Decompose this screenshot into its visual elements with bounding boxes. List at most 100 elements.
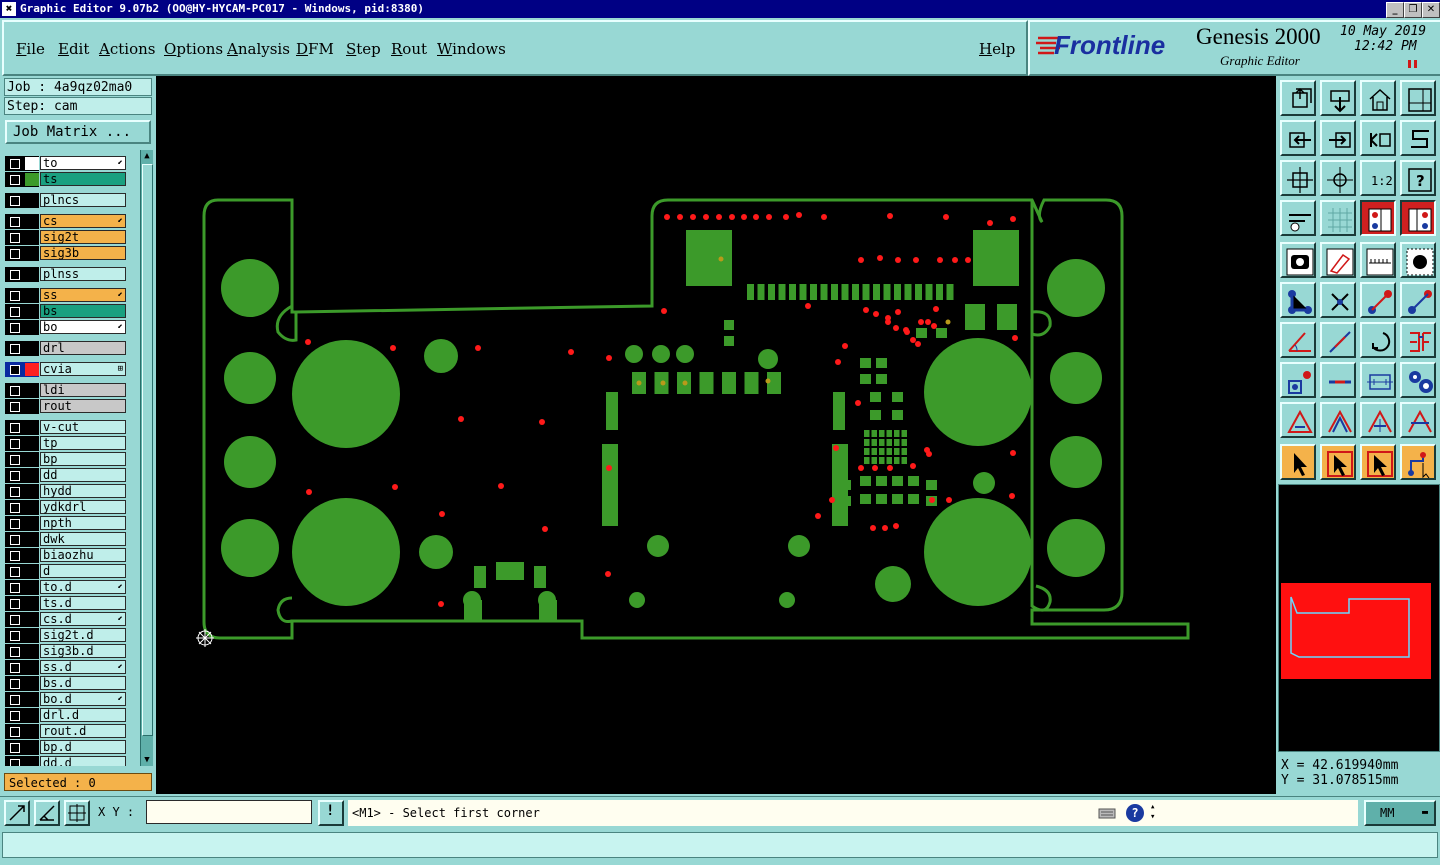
layer-visibility-box[interactable] (5, 341, 39, 356)
job-matrix-button[interactable]: Job Matrix ... (5, 120, 151, 144)
layer-visibility-box[interactable] (5, 548, 39, 563)
layer-name[interactable]: to ⬋ (40, 156, 126, 170)
layer-row[interactable]: hydd (4, 484, 128, 499)
layer-name[interactable]: sig3b (40, 246, 126, 260)
unit-selector[interactable]: MM ▬ (1364, 800, 1436, 826)
triangle-2-button[interactable] (1320, 402, 1356, 438)
layer-visibility-box[interactable] (5, 468, 39, 483)
split-view-button[interactable] (1400, 80, 1436, 116)
layer-checkbox[interactable] (10, 519, 20, 529)
menu-dfm[interactable]: DFM (296, 40, 334, 58)
layer-checkbox[interactable] (10, 323, 20, 333)
layer-name[interactable]: dd.d (40, 756, 126, 766)
layer-checkbox[interactable] (10, 439, 20, 449)
layer-checkbox[interactable] (10, 503, 20, 513)
keyboard-icon[interactable] (1098, 804, 1116, 822)
layer-checkbox[interactable] (10, 217, 20, 227)
layer-name[interactable]: bp.d (40, 740, 126, 754)
layer-checkbox[interactable] (10, 487, 20, 497)
layer-name[interactable]: ss ⬋ (40, 288, 126, 302)
layer-checkbox[interactable] (10, 423, 20, 433)
triangle-4-button[interactable] (1400, 402, 1436, 438)
fit-all-button[interactable] (1320, 160, 1356, 196)
layer-visibility-box[interactable] (5, 532, 39, 547)
layer-checkbox[interactable] (10, 551, 20, 561)
menu-actions[interactable]: Actions (99, 40, 155, 58)
scroll-up-icon[interactable]: ▲ (141, 150, 153, 162)
layer-row[interactable]: rout (4, 399, 128, 414)
pad-edit-button[interactable] (1280, 362, 1316, 398)
layer-visibility-box[interactable] (5, 612, 39, 627)
layer-checkbox[interactable] (10, 365, 20, 375)
layer-visibility-box[interactable] (5, 644, 39, 659)
layer-name[interactable]: cs.d ⬋ (40, 612, 126, 626)
layer-row[interactable]: ydkdrl (4, 500, 128, 515)
layer-visibility-box[interactable] (5, 246, 39, 261)
layer-name[interactable]: hydd (40, 484, 126, 498)
layer-row[interactable]: cvia ⊞ (4, 362, 128, 377)
layer-visibility-box[interactable] (5, 564, 39, 579)
layer-name[interactable]: dwk (40, 532, 126, 546)
layer-row[interactable]: ss ⬋ (4, 288, 128, 303)
layer-checkbox[interactable] (10, 455, 20, 465)
layer-row[interactable]: bo.d ⬋ (4, 692, 128, 707)
layer-checkbox[interactable] (10, 471, 20, 481)
select-pointer-button[interactable] (1280, 444, 1316, 480)
ruler-button[interactable] (1360, 242, 1396, 278)
snap-button[interactable] (1400, 120, 1436, 156)
layer-visibility-box[interactable] (5, 362, 39, 377)
graphic-canvas[interactable] (156, 76, 1276, 794)
layer-visibility-box[interactable] (5, 399, 39, 414)
layer-checkbox[interactable] (10, 196, 20, 206)
alert-button[interactable]: ! (318, 800, 344, 826)
layer-row[interactable]: v-cut (4, 420, 128, 435)
layer-row[interactable]: cs.d ⬋ (4, 612, 128, 627)
layer-name[interactable]: sig2t (40, 230, 126, 244)
layer-name[interactable]: sig2t.d (40, 628, 126, 642)
layer-visibility-box[interactable] (5, 740, 39, 755)
layer-name[interactable]: cvia ⊞ (40, 362, 126, 376)
layer-name[interactable]: bs.d (40, 676, 126, 690)
home-button[interactable] (1360, 80, 1396, 116)
layer-row[interactable]: dd.d (4, 756, 128, 766)
outline-button[interactable] (1320, 242, 1356, 278)
layer-name[interactable]: ss.d ⬋ (40, 660, 126, 674)
layer-row[interactable]: ts (4, 172, 128, 187)
cross-delete-button[interactable] (1320, 282, 1356, 318)
undo-view-button[interactable] (1360, 120, 1396, 156)
layer-checkbox[interactable] (10, 386, 20, 396)
layer-name[interactable]: drl.d (40, 708, 126, 722)
layer-checkbox[interactable] (10, 291, 20, 301)
layer-row[interactable]: biaozhu (4, 548, 128, 563)
layer-name[interactable]: ts.d (40, 596, 126, 610)
scale-1-2-button[interactable]: 1:2 (1360, 160, 1396, 196)
layer-name[interactable]: ldi (40, 383, 126, 397)
layer-row[interactable]: ts.d (4, 596, 128, 611)
layer-name[interactable]: bo.d ⬋ (40, 692, 126, 706)
xy-input[interactable] (146, 800, 312, 824)
layer-checkbox[interactable] (10, 743, 20, 753)
grid-button[interactable] (1320, 200, 1356, 236)
layer-visibility-box[interactable] (5, 320, 39, 335)
restore-button[interactable]: ❐ (1404, 2, 1422, 18)
layer-row[interactable]: rout.d (4, 724, 128, 739)
select-orange-button[interactable] (1360, 444, 1396, 480)
layer-row[interactable]: ss.d ⬋ (4, 660, 128, 675)
layer-row[interactable]: sig3b (4, 246, 128, 261)
menu-rout[interactable]: Rout (391, 40, 427, 58)
layer-row[interactable]: sig3b.d (4, 644, 128, 659)
layer-checkbox[interactable] (10, 233, 20, 243)
layer-row[interactable]: drl.d (4, 708, 128, 723)
line-draw-button[interactable] (1360, 282, 1396, 318)
layer-visibility-box[interactable] (5, 756, 39, 766)
layer-visibility-box[interactable] (5, 267, 39, 282)
layer-checkbox[interactable] (10, 307, 20, 317)
select-box-button[interactable] (1320, 444, 1356, 480)
layer-visibility-box[interactable] (5, 676, 39, 691)
layer-checkbox[interactable] (10, 759, 20, 766)
layer-checkbox[interactable] (10, 402, 20, 412)
menu-analysis[interactable]: Analysis (227, 40, 290, 58)
grid-snap-button[interactable] (64, 800, 90, 826)
layer-row[interactable]: bs.d (4, 676, 128, 691)
layer-name[interactable]: ts (40, 172, 126, 186)
